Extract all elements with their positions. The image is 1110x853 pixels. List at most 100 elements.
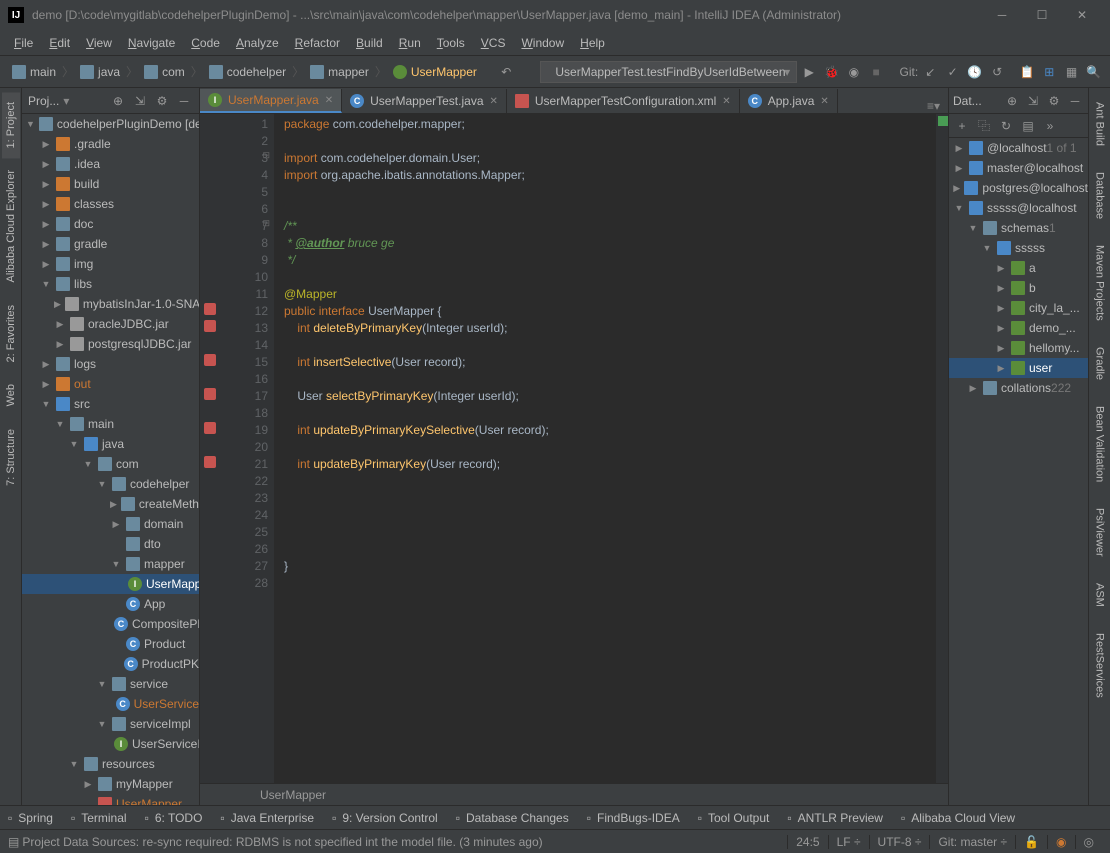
line-number[interactable]: 3 — [224, 150, 268, 167]
tree-node[interactable]: ▶.idea — [22, 154, 199, 174]
project-target-icon[interactable]: ⊕ — [109, 92, 127, 110]
tree-node[interactable]: ▶city_la_... — [949, 298, 1088, 318]
code-line[interactable]: User selectByPrimaryKey(Integer userId); — [284, 388, 936, 405]
tree-node[interactable]: ▼sssss@localhost — [949, 198, 1088, 218]
tab-close-icon[interactable]: ✕ — [820, 96, 828, 107]
db-refresh-icon[interactable]: ↻ — [997, 117, 1015, 135]
code-line[interactable]: import com.codehelper.domain.User; — [284, 150, 936, 167]
tree-node[interactable]: ▶a — [949, 258, 1088, 278]
line-number[interactable]: 23 — [224, 490, 268, 507]
status-line-ending[interactable]: LF ÷ — [828, 835, 869, 849]
tree-node[interactable]: ▼codehelperPluginDemo [demo] — [22, 114, 199, 134]
line-number[interactable]: 22 — [224, 473, 268, 490]
code-line[interactable] — [284, 405, 936, 422]
tree-arrow-icon[interactable]: ▶ — [995, 303, 1007, 314]
status-chrome-icon[interactable]: ◎ — [1075, 835, 1102, 849]
tree-arrow-icon[interactable]: ▶ — [995, 363, 1007, 374]
menu-build[interactable]: Build — [348, 33, 391, 53]
db-console-icon[interactable]: ▤ — [1019, 117, 1037, 135]
minimize-button[interactable]: ─ — [982, 1, 1022, 29]
code-line[interactable]: int deleteByPrimaryKey(Integer userId); — [284, 320, 936, 337]
menu-help[interactable]: Help — [572, 33, 613, 53]
tree-arrow-icon[interactable]: ▶ — [110, 499, 117, 510]
tree-node[interactable]: ▶oracleJDBC.jar — [22, 314, 199, 334]
line-number[interactable]: 10 — [224, 269, 268, 286]
line-number[interactable]: 9 — [224, 252, 268, 269]
tree-node[interactable]: UserMapper — [22, 794, 199, 805]
left-tab-1--project[interactable]: 1: Project — [2, 92, 20, 158]
code-line[interactable]: @Mapper — [284, 286, 936, 303]
tree-node[interactable]: dto — [22, 534, 199, 554]
breadcrumb-mapper[interactable]: mapper — [304, 61, 375, 83]
tree-node[interactable]: ▶classes — [22, 194, 199, 214]
coverage-button[interactable]: ◉ — [844, 61, 864, 83]
tab-close-icon[interactable]: ✕ — [722, 96, 730, 107]
code-line[interactable] — [284, 184, 936, 201]
menu-view[interactable]: View — [78, 33, 120, 53]
menu-tools[interactable]: Tools — [429, 33, 473, 53]
menu-edit[interactable]: Edit — [41, 33, 78, 53]
right-tab-gradle[interactable]: Gradle — [1091, 337, 1109, 390]
tree-node[interactable]: ▶logs — [22, 354, 199, 374]
tree-arrow-icon[interactable]: ▼ — [96, 719, 108, 729]
line-number[interactable]: 14 — [224, 337, 268, 354]
status-lock-icon[interactable]: 🔓 — [1015, 835, 1047, 849]
right-tab-psiviewer[interactable]: PsiViewer — [1091, 498, 1109, 567]
right-tab-maven-projects[interactable]: Maven Projects — [1091, 235, 1109, 331]
db-add-icon[interactable]: + — [953, 117, 971, 135]
tree-arrow-icon[interactable]: ▶ — [40, 359, 52, 370]
tool-window-6--todo[interactable]: ▫6: TODO — [145, 811, 203, 825]
editor-tab[interactable]: IUserMapper.java✕ — [200, 89, 342, 113]
tool-window-tool-output[interactable]: ▫Tool Output — [698, 811, 770, 825]
line-number[interactable]: 25 — [224, 524, 268, 541]
tree-arrow-icon[interactable]: ▼ — [96, 679, 108, 689]
code-line[interactable] — [284, 473, 936, 490]
tree-node[interactable]: ▼java — [22, 434, 199, 454]
line-number[interactable]: 13 — [224, 320, 268, 337]
tool-window-terminal[interactable]: ▫Terminal — [71, 811, 127, 825]
code-line[interactable]: * @author bruce ge — [284, 235, 936, 252]
tree-arrow-icon[interactable]: ▶ — [82, 779, 94, 790]
status-position[interactable]: 24:5 — [787, 835, 827, 849]
tree-node[interactable]: ▶doc — [22, 214, 199, 234]
code-line[interactable]: import org.apache.ibatis.annotations.Map… — [284, 167, 936, 184]
tree-node[interactable]: ▼schemas 1 — [949, 218, 1088, 238]
menu-navigate[interactable]: Navigate — [120, 33, 183, 53]
tool-window-java-enterprise[interactable]: ▫Java Enterprise — [220, 811, 314, 825]
vcs-history-icon[interactable]: 🕓 — [965, 61, 985, 83]
tree-arrow-icon[interactable]: ▼ — [82, 459, 94, 469]
menu-analyze[interactable]: Analyze — [228, 33, 287, 53]
implementation-gutter-icon[interactable] — [204, 303, 216, 315]
line-number[interactable]: 28 — [224, 575, 268, 592]
right-tab-database[interactable]: Database — [1091, 162, 1109, 229]
tabs-list-icon[interactable]: ≡▾ — [927, 99, 940, 113]
tree-arrow-icon[interactable]: ▼ — [26, 119, 35, 129]
tree-arrow-icon[interactable]: ▼ — [110, 559, 122, 569]
project-settings-icon[interactable]: ⚙ — [153, 92, 171, 110]
tree-arrow-icon[interactable]: ▶ — [953, 183, 960, 194]
tree-arrow-icon[interactable]: ▼ — [40, 399, 52, 409]
breadcrumb-class[interactable]: UserMapper — [260, 788, 326, 802]
line-number[interactable]: 17 — [224, 388, 268, 405]
tree-arrow-icon[interactable]: ▼ — [54, 419, 66, 429]
tree-arrow-icon[interactable]: ▶ — [40, 139, 52, 150]
menu-run[interactable]: Run — [391, 33, 429, 53]
tree-node[interactable]: ▶.gradle — [22, 134, 199, 154]
tree-node[interactable]: ▶mybatisInJar-1.0-SNAPSHOT — [22, 294, 199, 314]
status-encoding[interactable]: UTF-8 ÷ — [869, 835, 930, 849]
tree-arrow-icon[interactable]: ▶ — [40, 379, 52, 390]
tree-node[interactable]: CCompositePK — [22, 614, 199, 634]
line-number[interactable]: 1 — [224, 116, 268, 133]
tool-window-spring[interactable]: ▫Spring — [8, 811, 53, 825]
tree-arrow-icon[interactable]: ▶ — [967, 383, 979, 394]
line-number[interactable]: 15 — [224, 354, 268, 371]
db-collapse-icon[interactable]: ⇲ — [1024, 92, 1042, 110]
code-line[interactable] — [284, 439, 936, 456]
menu-window[interactable]: Window — [513, 33, 572, 53]
tree-node[interactable]: ▼codehelper — [22, 474, 199, 494]
implementation-gutter-icon[interactable] — [204, 456, 216, 468]
tree-arrow-icon[interactable]: ▼ — [40, 279, 52, 289]
code-line[interactable]: int insertSelective(User record); — [284, 354, 936, 371]
tree-arrow-icon[interactable]: ▶ — [995, 283, 1007, 294]
tree-arrow-icon[interactable]: ▶ — [40, 179, 52, 190]
